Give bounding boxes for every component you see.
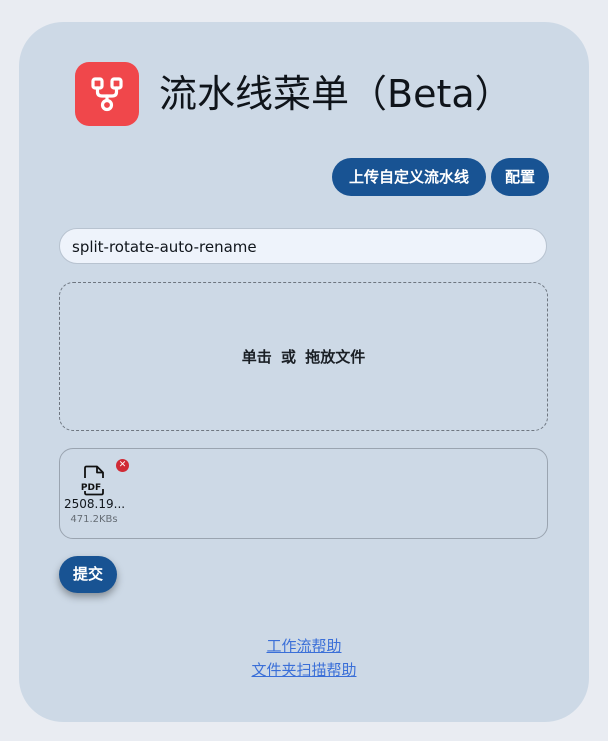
- workflow-help-label[interactable]: 工作流帮助: [266, 637, 341, 655]
- file-list: ✕ PDF 2508.19... 471.2KBs: [59, 448, 548, 539]
- submit-button[interactable]: 提交: [59, 556, 117, 593]
- pipeline-branch-icon: [75, 62, 139, 126]
- pipeline-select[interactable]: split-rotate-auto-rename: [59, 228, 547, 264]
- workflow-help-link[interactable]: 工作流帮助: [19, 635, 589, 656]
- file-size: 471.2KBs: [70, 514, 118, 525]
- remove-file-icon[interactable]: ✕: [116, 459, 129, 472]
- file-item[interactable]: ✕ PDF 2508.19... 471.2KBs: [64, 459, 129, 525]
- upload-custom-pipeline-button[interactable]: 上传自定义流水线: [332, 158, 486, 196]
- page-title: 流水线菜单（Beta）: [159, 72, 513, 116]
- pdf-type-label: PDF: [81, 483, 101, 493]
- pipeline-card: 流水线菜单（Beta） 上传自定义流水线 配置 split-rotate-aut…: [19, 22, 589, 722]
- file-name: 2508.19...: [64, 497, 126, 511]
- file-dropzone[interactable]: 单击 或 拖放文件: [59, 282, 548, 431]
- folder-scan-help-link[interactable]: 文件夹扫描帮助: [19, 659, 589, 680]
- pdf-file-icon: PDF: [81, 465, 104, 496]
- dropzone-text: 单击 或 拖放文件: [241, 348, 366, 366]
- folder-scan-help-label[interactable]: 文件夹扫描帮助: [251, 661, 356, 679]
- config-button[interactable]: 配置: [491, 158, 549, 196]
